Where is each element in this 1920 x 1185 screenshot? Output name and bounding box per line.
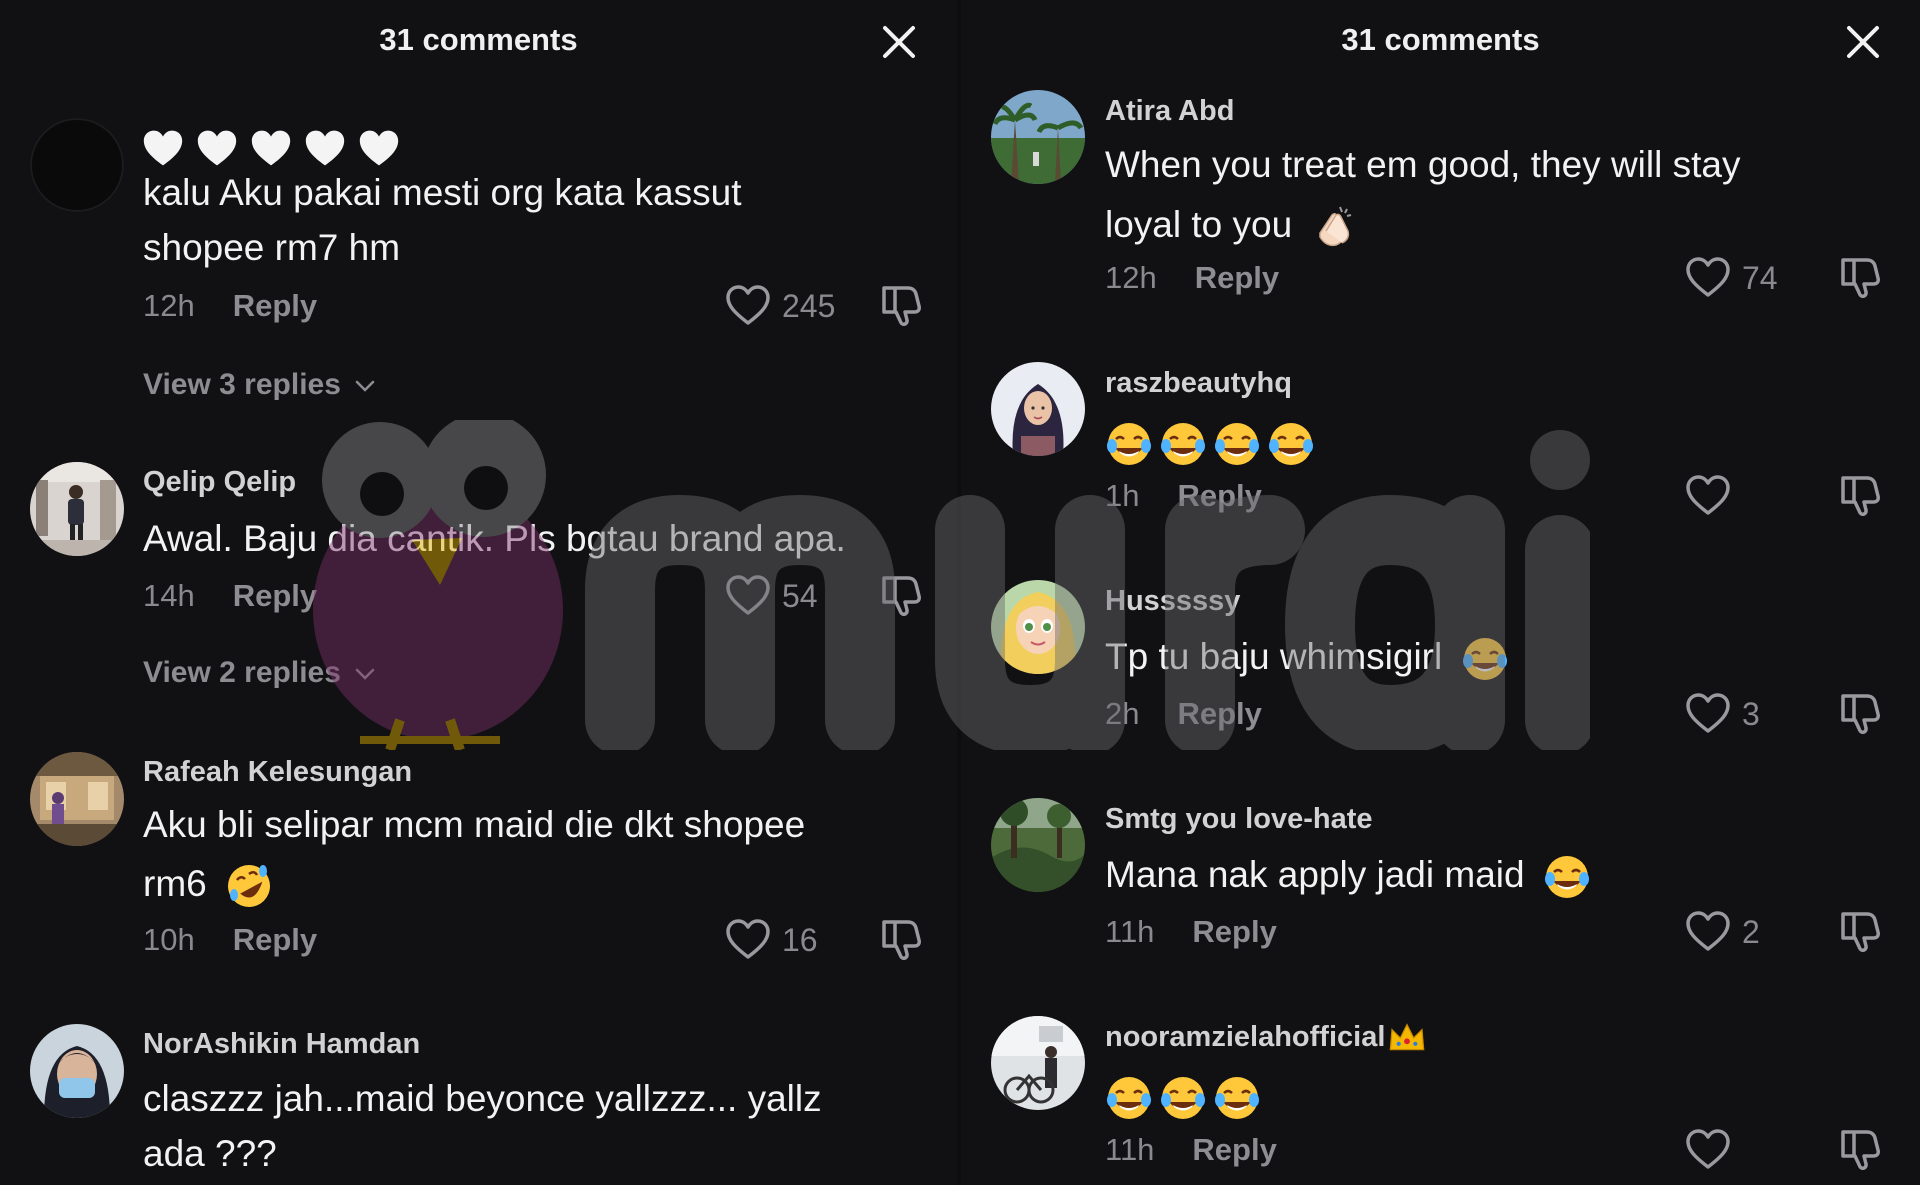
avatar[interactable] [991, 1016, 1085, 1110]
comments-count-title: 31 comments [379, 22, 578, 57]
comment-username[interactable]: Rafeah Kelesungan [143, 756, 412, 789]
comment-meta: 10h Reply [143, 922, 317, 958]
tears-of-joy-icon [1543, 853, 1591, 901]
comment-text: When you treat em good, they will stay [1105, 144, 1741, 185]
comment-meta: 14h Reply [143, 578, 317, 614]
tears-of-joy-icon [1267, 420, 1315, 468]
tears-of-joy-icon [1213, 1074, 1261, 1122]
like-count: 245 [782, 288, 836, 324]
comment-username-row[interactable]: nooramzielahofficial [1105, 1021, 1433, 1055]
comment-time: 11h [1105, 1132, 1155, 1167]
comment-text: Aku bli selipar mcm maid die dkt shopee [143, 804, 806, 845]
comment-text: kalu Aku pakai mesti org kata kassut [143, 172, 742, 213]
view-replies-button[interactable]: View 3 replies [143, 368, 375, 402]
comment-text-line2: rm6 [143, 855, 279, 912]
avatar[interactable] [991, 798, 1085, 892]
comment-text: claszzz jah...maid beyonce yallzzz... ya… [143, 1078, 822, 1119]
like-count: 3 [1742, 696, 1760, 732]
tears-of-joy-icon [1461, 635, 1509, 683]
reply-button[interactable]: Reply [1177, 696, 1261, 731]
comment-emoji-line [1105, 1064, 1267, 1124]
comment-meta: 1h Reply [1105, 478, 1262, 514]
heart-icon[interactable] [1685, 910, 1731, 952]
comment-time: 1h [1105, 478, 1140, 513]
comment-username[interactable]: Smtg you love-hate [1105, 803, 1373, 836]
comment-time: 12h [1105, 260, 1157, 295]
comment-time: 11h [1105, 914, 1155, 949]
comment-time: 2h [1105, 696, 1140, 731]
heart-icon[interactable] [1685, 474, 1731, 516]
thumbs-down-icon[interactable] [1837, 692, 1883, 734]
rolling-laughing-icon [225, 862, 273, 910]
like-count: 54 [782, 578, 818, 614]
heart-icon[interactable] [1685, 692, 1731, 734]
tears-of-joy-icon [1213, 420, 1261, 468]
avatar[interactable] [30, 752, 124, 846]
comment-meta: 12h Reply [143, 288, 317, 324]
avatar[interactable] [991, 90, 1085, 184]
tears-of-joy-icon [1105, 420, 1153, 468]
comments-panel-left: 31 comments kalu Aku pakai mesti org kat… [0, 0, 957, 1185]
view-replies-button[interactable]: View 2 replies [143, 656, 375, 690]
thumbs-down-icon[interactable] [878, 918, 924, 960]
reply-button[interactable]: Reply [233, 922, 317, 957]
crown-icon [1387, 1021, 1427, 1055]
comment-text: Awal. Baju dia cantik. Pls bgtau brand a… [143, 518, 846, 559]
thumbs-down-icon[interactable] [878, 574, 924, 616]
avatar[interactable] [30, 1024, 124, 1118]
comment-username[interactable]: Husssssy [1105, 585, 1240, 618]
thumbs-down-icon[interactable] [1837, 474, 1883, 516]
like-count: 16 [782, 922, 818, 958]
comment-username[interactable]: raszbeautyhq [1105, 367, 1292, 400]
comment-meta: 11h Reply [1105, 914, 1277, 950]
chevron-down-icon [355, 668, 375, 680]
comment-text-line1: Mana nak apply jadi maid [1105, 846, 1597, 903]
thumbs-down-icon[interactable] [1837, 1128, 1883, 1170]
tears-of-joy-icon [1105, 1074, 1153, 1122]
heart-icon[interactable] [725, 574, 771, 616]
reply-button[interactable]: Reply [1192, 1132, 1276, 1167]
comment-time: 10h [143, 922, 195, 957]
close-icon[interactable] [879, 22, 919, 62]
comment-time: 14h [143, 578, 195, 613]
tears-of-joy-icon [1159, 420, 1207, 468]
thumbs-down-icon[interactable] [1837, 256, 1883, 298]
comment-username[interactable]: Qelip Qelip [143, 466, 296, 499]
avatar[interactable] [30, 118, 124, 212]
comment-username[interactable]: NorAshikin Hamdan [143, 1028, 420, 1061]
reply-button[interactable]: Reply [1195, 260, 1279, 295]
heart-icon[interactable] [725, 284, 771, 326]
reply-button[interactable]: Reply [1192, 914, 1276, 949]
comment-text: shopee rm7 hm [143, 227, 401, 268]
close-icon[interactable] [1843, 22, 1883, 62]
comment-meta: 11h Reply [1105, 1132, 1277, 1168]
comment-time: 12h [143, 288, 195, 323]
comment-username[interactable]: Atira Abd [1105, 95, 1234, 128]
comment-meta: 2h Reply [1105, 696, 1262, 732]
comment-text-line1: Tp tu baju whimsigirl [1105, 628, 1515, 685]
avatar[interactable] [991, 580, 1085, 674]
reply-button[interactable]: Reply [1177, 478, 1261, 513]
heart-icon[interactable] [1685, 256, 1731, 298]
tears-of-joy-icon [1159, 1074, 1207, 1122]
comment-text: ada ??? [143, 1133, 277, 1174]
like-count: 2 [1742, 914, 1760, 950]
chevron-down-icon [355, 380, 375, 392]
comments-panel-right: 31 comments Atira Abd When you treat em … [961, 0, 1920, 1185]
comment-text-line2: loyal to you [1105, 196, 1364, 253]
avatar[interactable] [30, 462, 124, 556]
heart-icon[interactable] [725, 918, 771, 960]
comment-emoji-line [1105, 410, 1321, 470]
thumbs-down-icon[interactable] [878, 284, 924, 326]
comments-count-title: 31 comments [1341, 22, 1540, 57]
thumbs-down-icon[interactable] [1837, 910, 1883, 952]
clapping-hands-icon [1310, 203, 1358, 251]
reply-button[interactable]: Reply [233, 578, 317, 613]
heart-icon[interactable] [1685, 1128, 1731, 1170]
like-count: 74 [1742, 260, 1778, 296]
avatar[interactable] [991, 362, 1085, 456]
reply-button[interactable]: Reply [233, 288, 317, 323]
comment-meta: 12h Reply [1105, 260, 1279, 296]
